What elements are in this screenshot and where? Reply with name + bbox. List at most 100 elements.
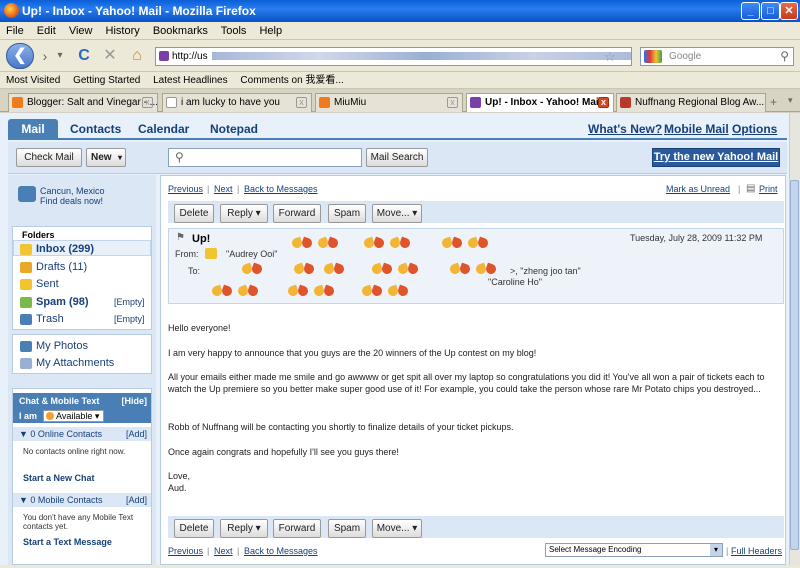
menu-file[interactable]: File xyxy=(6,25,24,37)
menu-bookmarks[interactable]: Bookmarks xyxy=(153,25,208,37)
reply-button-bottom[interactable]: Reply ▾ xyxy=(220,519,268,538)
history-dropdown-icon[interactable]: ▾ xyxy=(54,44,66,68)
folder-label: Trash xyxy=(36,313,64,325)
no-mobile-text: You don't have any Mobile Text contacts … xyxy=(23,513,134,531)
menu-tools[interactable]: Tools xyxy=(221,25,247,37)
folder-spam[interactable]: Spam (98) xyxy=(20,296,89,308)
bookmark-comments[interactable]: Comments on 我爱看... xyxy=(240,75,343,86)
promo-line1[interactable]: Cancun, Mexico xyxy=(40,186,105,196)
tab-miumiu[interactable]: MiuMiu x xyxy=(315,93,463,112)
mail-search-button[interactable]: Mail Search xyxy=(366,148,428,167)
check-mail-button[interactable]: Check Mail xyxy=(16,148,82,167)
close-tab-icon[interactable]: x xyxy=(296,97,307,108)
reply-label: Reply xyxy=(227,208,253,219)
forward-button[interactable]: › xyxy=(38,44,52,68)
home-icon[interactable]: ⌂ xyxy=(126,44,148,68)
google-engine-icon[interactable] xyxy=(644,50,662,63)
bookmark-most-visited[interactable]: Most Visited xyxy=(6,75,60,86)
bow-decoration xyxy=(210,284,234,298)
full-headers-link[interactable]: Full Headers xyxy=(731,546,782,556)
spam-button-bottom[interactable]: Spam xyxy=(328,519,366,538)
tab-notepad[interactable]: Notepad xyxy=(210,119,258,140)
move-button[interactable]: Move... ▾ xyxy=(372,204,422,223)
tab-nuffnang[interactable]: Nuffnang Regional Blog Aw... xyxy=(616,93,766,112)
try-new-yahoo-mail-button[interactable]: Try the new Yahoo! Mail xyxy=(652,148,780,167)
menu-view[interactable]: View xyxy=(69,25,93,37)
delete-button[interactable]: Delete xyxy=(174,204,214,223)
bow-decoration xyxy=(370,262,394,276)
close-tab-icon[interactable]: x xyxy=(447,97,458,108)
close-tab-icon[interactable]: x xyxy=(598,97,609,108)
delete-button-bottom[interactable]: Delete xyxy=(174,519,214,538)
previous-link-bottom[interactable]: Previous xyxy=(168,546,203,556)
reload-icon[interactable]: C xyxy=(74,44,94,68)
tab-lucky[interactable]: i am lucky to have you x xyxy=(162,93,312,112)
options-link[interactable]: Options xyxy=(732,122,777,136)
minimize-button[interactable]: _ xyxy=(741,2,760,20)
forward-button[interactable]: Forward xyxy=(273,204,321,223)
tab-list-icon[interactable]: ▾ xyxy=(788,95,793,106)
scrollbar-thumb[interactable] xyxy=(790,180,799,550)
to-value-tan: >, "zheng joo tan" xyxy=(510,266,581,276)
body-love: Love, xyxy=(168,471,191,481)
mail-search-input[interactable]: ⚲ xyxy=(168,148,362,167)
bow-decoration xyxy=(312,284,336,298)
promo-line2[interactable]: Find deals now! xyxy=(40,196,103,206)
mobile-mail-link[interactable]: Mobile Mail xyxy=(664,122,729,136)
flag-icon[interactable]: ⚑ xyxy=(176,232,185,243)
tab-mail[interactable]: Mail xyxy=(8,119,58,140)
spam-button[interactable]: Spam xyxy=(328,204,366,223)
next-link-bottom[interactable]: Next xyxy=(214,546,233,556)
whats-new-link[interactable]: What's New? xyxy=(588,122,662,136)
back-to-messages-link[interactable]: Back to Messages xyxy=(244,184,318,194)
add-online-link[interactable]: [Add] xyxy=(126,427,147,441)
separator: | xyxy=(738,184,741,194)
tab-yahoo-mail[interactable]: Up! - Inbox - Yahoo! Mail x xyxy=(466,93,614,112)
maximize-button[interactable]: □ xyxy=(761,2,780,20)
new-tab-icon[interactable]: + xyxy=(770,95,777,109)
reply-button[interactable]: Reply ▾ xyxy=(220,204,268,223)
menu-history[interactable]: History xyxy=(106,25,140,37)
tab-calendar[interactable]: Calendar xyxy=(138,119,189,140)
my-photos-link[interactable]: My Photos xyxy=(20,340,88,352)
search-bar[interactable]: Google ⚲ xyxy=(640,47,794,66)
add-mobile-link[interactable]: [Add] xyxy=(126,493,147,507)
url-bar[interactable]: http://us ☆ xyxy=(155,47,632,66)
tab-contacts[interactable]: Contacts xyxy=(70,119,121,140)
status-dropdown[interactable]: Available ▾ xyxy=(43,410,105,422)
previous-link[interactable]: Previous xyxy=(168,184,203,194)
forward-button-bottom[interactable]: Forward xyxy=(273,519,321,538)
encoding-label: Select Message Encoding xyxy=(549,545,642,554)
close-tab-icon[interactable]: x xyxy=(142,97,153,108)
contact-card-icon[interactable] xyxy=(205,248,217,259)
back-to-messages-link-bottom[interactable]: Back to Messages xyxy=(244,546,318,556)
menu-edit[interactable]: Edit xyxy=(37,25,56,37)
new-button[interactable]: New ▾ xyxy=(86,148,126,167)
bookmark-star-icon[interactable]: ☆ xyxy=(604,48,616,65)
start-chat-link[interactable]: Start a New Chat xyxy=(23,473,95,483)
menu-help[interactable]: Help xyxy=(259,25,282,37)
bookmark-latest-headlines[interactable]: Latest Headlines xyxy=(153,75,228,86)
print-link[interactable]: Print xyxy=(759,184,778,194)
move-button-bottom[interactable]: Move... ▾ xyxy=(372,519,422,538)
tab-blogger[interactable]: Blogger: Salt and Vinegar - ... x xyxy=(8,93,158,112)
start-text-link[interactable]: Start a Text Message xyxy=(23,537,112,547)
empty-trash-link[interactable]: [Empty] xyxy=(114,314,145,324)
folders-heading: Folders xyxy=(22,230,55,240)
folder-sent[interactable]: Sent xyxy=(20,278,59,290)
empty-spam-link[interactable]: [Empty] xyxy=(114,297,145,307)
folder-trash[interactable]: Trash xyxy=(20,313,64,325)
back-button[interactable]: ❮ xyxy=(6,43,34,69)
bookmark-getting-started[interactable]: Getting Started xyxy=(73,75,140,86)
folder-drafts[interactable]: Drafts (11) xyxy=(20,261,87,273)
next-link[interactable]: Next xyxy=(214,184,233,194)
bookmarks-toolbar: Most Visited Getting Started Latest Head… xyxy=(0,72,800,89)
stop-icon[interactable]: ✕ xyxy=(100,44,120,68)
close-window-button[interactable]: ✕ xyxy=(780,2,798,20)
mark-unread-link[interactable]: Mark as Unread xyxy=(666,184,730,194)
chat-hide-link[interactable]: [Hide] xyxy=(122,393,148,409)
folder-inbox[interactable]: Inbox (299) xyxy=(20,243,94,255)
encoding-select[interactable]: Select Message Encoding ▾ xyxy=(545,543,723,557)
search-icon[interactable]: ⚲ xyxy=(780,48,789,65)
my-attachments-link[interactable]: My Attachments xyxy=(20,357,114,369)
